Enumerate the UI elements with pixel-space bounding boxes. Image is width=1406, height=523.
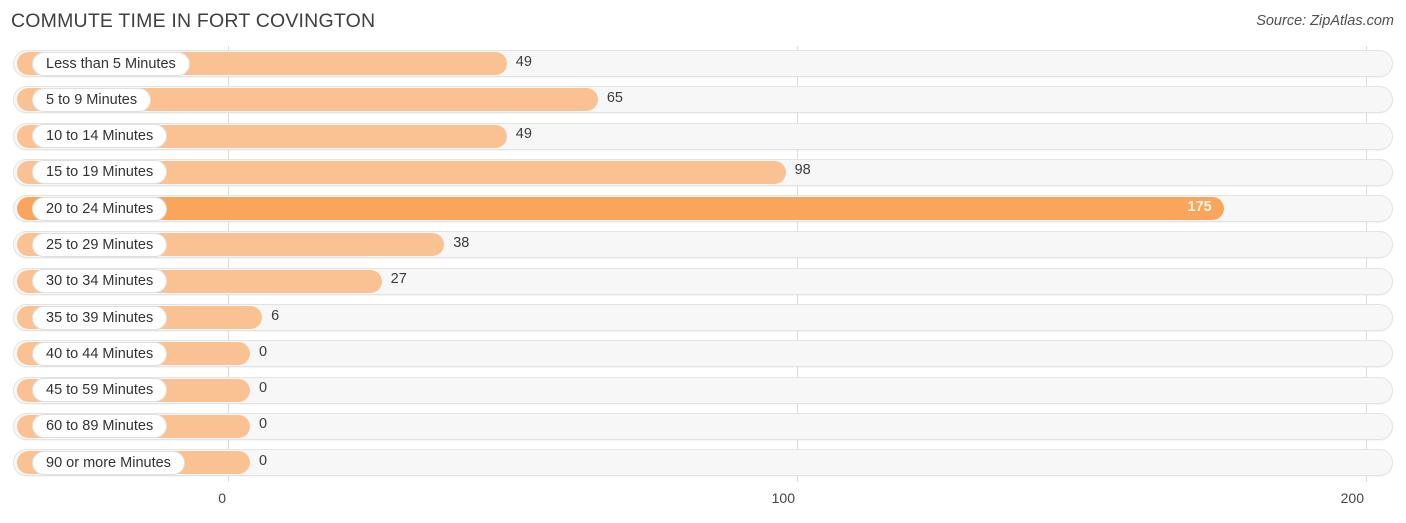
table-row[interactable]: 60 to 89 Minutes 0 xyxy=(0,409,1406,445)
bar-value-label: 0 xyxy=(259,452,268,469)
bar-category-label: 25 to 29 Minutes xyxy=(32,232,168,257)
bar-value-label: 0 xyxy=(259,343,268,360)
bar-category-label: 15 to 19 Minutes xyxy=(32,160,168,185)
table-row[interactable]: 15 to 19 Minutes 98 xyxy=(0,155,1406,191)
bar-value-label: 0 xyxy=(259,380,268,397)
table-row[interactable]: 25 to 29 Minutes 38 xyxy=(0,227,1406,263)
table-row[interactable]: 30 to 34 Minutes 27 xyxy=(0,264,1406,300)
source-attribution: Source: ZipAtlas.com xyxy=(1256,13,1394,29)
bar-category-label: 30 to 34 Minutes xyxy=(32,269,168,294)
bar-category-label: 10 to 14 Minutes xyxy=(32,124,168,149)
bar-category-label: 60 to 89 Minutes xyxy=(32,414,168,439)
table-row[interactable]: 45 to 59 Minutes 0 xyxy=(0,373,1406,409)
bar-category-label: 40 to 44 Minutes xyxy=(32,341,168,366)
bar-value-label: 98 xyxy=(794,162,811,179)
x-axis: 0 100 200 xyxy=(0,482,1406,523)
page-title: COMMUTE TIME IN FORT COVINGTON xyxy=(11,10,376,32)
table-row[interactable]: Less than 5 Minutes 49 xyxy=(0,46,1406,82)
bar-value-label: 0 xyxy=(259,416,268,433)
bar[interactable] xyxy=(17,197,1224,221)
bar-value-label: 65 xyxy=(606,89,623,106)
bar-value-label: 49 xyxy=(515,126,532,143)
table-row[interactable]: 10 to 14 Minutes 49 xyxy=(0,119,1406,155)
chart-plot-area: Less than 5 Minutes 49 5 to 9 Minutes 65 10 … xyxy=(0,46,1406,482)
bar-value-label: 6 xyxy=(271,307,280,324)
x-axis-tick-200: 200 xyxy=(1340,490,1364,506)
bar-rows: Less than 5 Minutes 49 5 to 9 Minutes 65 10 … xyxy=(0,46,1406,482)
table-row[interactable]: 40 to 44 Minutes 0 xyxy=(0,336,1406,372)
bar-value-label: 49 xyxy=(515,53,532,70)
bar-category-label: 5 to 9 Minutes xyxy=(32,87,152,112)
x-axis-tick-100: 100 xyxy=(771,490,795,506)
bar-category-label: 35 to 39 Minutes xyxy=(32,305,168,330)
table-row[interactable]: 20 to 24 Minutes 175 xyxy=(0,191,1406,227)
table-row[interactable]: 90 or more Minutes 0 xyxy=(0,445,1406,481)
x-axis-tick-0: 0 xyxy=(218,490,226,506)
bar-value-label: 175 xyxy=(1187,198,1212,215)
bar-value-label: 38 xyxy=(453,234,470,251)
chart-header: COMMUTE TIME IN FORT COVINGTON Source: Z… xyxy=(0,0,1406,46)
table-row[interactable]: 35 to 39 Minutes 6 xyxy=(0,300,1406,336)
bar-category-label: 20 to 24 Minutes xyxy=(32,196,168,221)
bar-category-label: Less than 5 Minutes xyxy=(32,51,190,76)
bar-value-label: 27 xyxy=(390,271,407,288)
bar-category-label: 90 or more Minutes xyxy=(32,450,185,475)
bar-category-label: 45 to 59 Minutes xyxy=(32,378,168,403)
table-row[interactable]: 5 to 9 Minutes 65 xyxy=(0,82,1406,118)
